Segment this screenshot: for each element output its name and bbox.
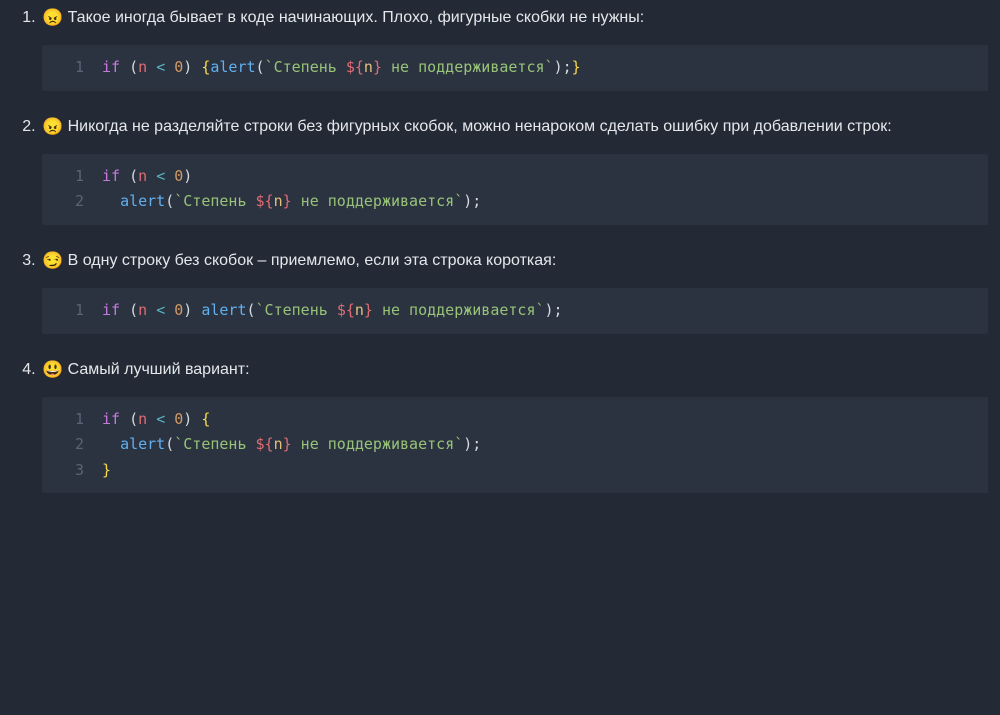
description-text: Такое иногда бывает в коде начинающих. П… <box>63 9 644 26</box>
code-line: 1if (n < 0) alert(`Степень ${n} не подде… <box>42 298 988 324</box>
code-line: 2 alert(`Степень ${n} не поддерживается`… <box>42 432 988 458</box>
line-number: 2 <box>42 189 102 215</box>
emoji-icon: 😠 <box>42 117 63 136</box>
description-text: Самый лучший вариант: <box>63 361 249 378</box>
code-line: 3} <box>42 458 988 484</box>
code-block: 1if (n < 0)2 alert(`Степень ${n} не подд… <box>42 154 988 225</box>
example-description: 😃 Самый лучший вариант: <box>42 356 988 383</box>
code-line: 1if (n < 0) <box>42 164 988 190</box>
line-number: 2 <box>42 432 102 458</box>
code-content: alert(`Степень ${n} не поддерживается`); <box>102 189 988 215</box>
line-number: 3 <box>42 458 102 484</box>
code-content: if (n < 0) <box>102 164 988 190</box>
emoji-icon: 😃 <box>42 360 63 379</box>
code-block: 1if (n < 0) {2 alert(`Степень ${n} не по… <box>42 397 988 494</box>
examples-list: 😠 Такое иногда бывает в коде начинающих.… <box>12 4 988 493</box>
example-item: 😃 Самый лучший вариант: 1if (n < 0) {2 al… <box>40 356 988 494</box>
code-line: 2 alert(`Степень ${n} не поддерживается`… <box>42 189 988 215</box>
line-number: 1 <box>42 298 102 324</box>
example-description: 😠 Никогда не разделяйте строки без фигур… <box>42 113 988 140</box>
code-content: if (n < 0) { <box>102 407 988 433</box>
description-text: Никогда не разделяйте строки без фигурны… <box>63 118 892 135</box>
emoji-icon: 😏 <box>42 251 63 270</box>
example-description: 😏 В одну строку без скобок – приемлемо, … <box>42 247 988 274</box>
code-content: } <box>102 458 988 484</box>
line-number: 1 <box>42 407 102 433</box>
code-content: if (n < 0) {alert(`Степень ${n} не подде… <box>102 55 988 81</box>
line-number: 1 <box>42 164 102 190</box>
code-block: 1if (n < 0) {alert(`Степень ${n} не подд… <box>42 45 988 91</box>
example-item: 😠 Такое иногда бывает в коде начинающих.… <box>40 4 988 91</box>
code-content: alert(`Степень ${n} не поддерживается`); <box>102 432 988 458</box>
description-text: В одну строку без скобок – приемлемо, ес… <box>63 252 556 269</box>
code-block: 1if (n < 0) alert(`Степень ${n} не подде… <box>42 288 988 334</box>
example-description: 😠 Такое иногда бывает в коде начинающих.… <box>42 4 988 31</box>
code-content: if (n < 0) alert(`Степень ${n} не поддер… <box>102 298 988 324</box>
example-item: 😏 В одну строку без скобок – приемлемо, … <box>40 247 988 334</box>
example-item: 😠 Никогда не разделяйте строки без фигур… <box>40 113 988 225</box>
line-number: 1 <box>42 55 102 81</box>
emoji-icon: 😠 <box>42 8 63 27</box>
code-line: 1if (n < 0) { <box>42 407 988 433</box>
code-line: 1if (n < 0) {alert(`Степень ${n} не подд… <box>42 55 988 81</box>
